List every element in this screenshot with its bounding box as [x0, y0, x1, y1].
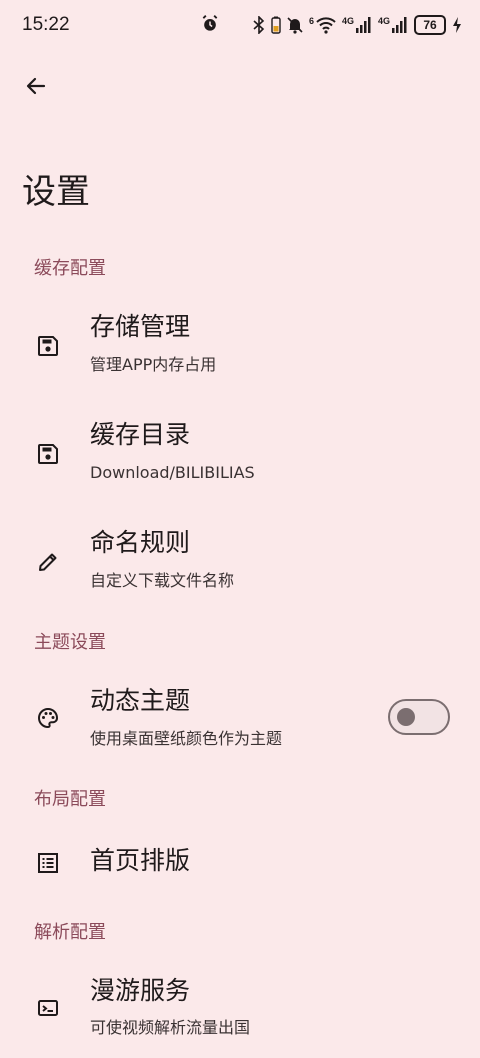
signal-1-icon	[355, 16, 372, 34]
section-header-parse: 解析配置	[34, 922, 106, 943]
pref-roaming-service[interactable]: 漫游服务 可使视频解析流量出国	[0, 962, 480, 1054]
wifi-label: 6	[308, 15, 314, 26]
pencil-icon	[34, 548, 62, 576]
signal-2-icon	[392, 16, 408, 34]
pref-dynamic-theme-summary: 使用桌面壁纸颜色作为主题	[90, 729, 283, 748]
pref-home-layout[interactable]: 首页排版	[0, 826, 480, 898]
status-bar: 15:22 6 4G 4G 76	[0, 0, 480, 50]
pref-dynamic-theme-title: 动态主题	[90, 686, 191, 715]
pref-directory-summary: Download/BILIBILIAS	[90, 463, 255, 482]
pref-home-layout-title: 首页排版	[90, 846, 191, 875]
phone-battery-icon	[271, 16, 281, 34]
wifi-icon	[316, 16, 336, 34]
palette-icon	[34, 704, 62, 732]
save-icon	[34, 440, 62, 468]
pref-directory-title: 缓存目录	[90, 420, 191, 449]
charging-icon	[452, 16, 462, 34]
status-time: 15:22	[22, 14, 70, 35]
list-icon	[34, 849, 62, 877]
mute-icon	[287, 16, 303, 34]
section-header-theme: 主题设置	[34, 632, 106, 653]
section-header-cache: 缓存配置	[34, 258, 106, 279]
pref-naming-title: 命名规则	[90, 528, 191, 557]
pref-roaming-title: 漫游服务	[90, 976, 191, 1005]
pref-naming-rules[interactable]: 命名规则 自定义下载文件名称	[0, 516, 480, 612]
pref-cache-directory[interactable]: 缓存目录 Download/BILIBILIAS	[0, 408, 480, 504]
network-2-label: 4G	[377, 15, 390, 26]
pref-storage-summary: 管理APP内存占用	[90, 355, 217, 374]
switch-thumb	[397, 708, 415, 726]
save-icon	[34, 332, 62, 360]
ticket-icon	[34, 994, 62, 1022]
page-title: 设置	[22, 172, 90, 212]
pref-dynamic-theme[interactable]: 动态主题 使用桌面壁纸颜色作为主题	[0, 672, 480, 768]
pref-roaming-summary: 可使视频解析流量出国	[90, 1018, 251, 1037]
arrow-back-icon	[24, 74, 48, 102]
dynamic-theme-switch[interactable]	[388, 699, 450, 735]
pref-naming-summary: 自定义下载文件名称	[90, 571, 235, 590]
section-header-layout: 布局配置	[34, 789, 106, 810]
settings-page: 15:22 6 4G 4G 76 设置 缓存配置 存储管理 管理APP内存占用 …	[0, 0, 480, 1058]
pref-storage-management[interactable]: 存储管理 管理APP内存占用	[0, 300, 480, 396]
pref-storage-title: 存储管理	[90, 312, 191, 341]
back-button[interactable]	[14, 66, 58, 110]
battery-indicator: 76	[414, 15, 446, 35]
status-icons: 6 4G 4G 76	[253, 12, 462, 38]
battery-level: 76	[414, 15, 446, 35]
bluetooth-icon	[253, 16, 265, 34]
network-1-label: 4G	[341, 15, 354, 26]
alarm-icon	[200, 14, 220, 34]
